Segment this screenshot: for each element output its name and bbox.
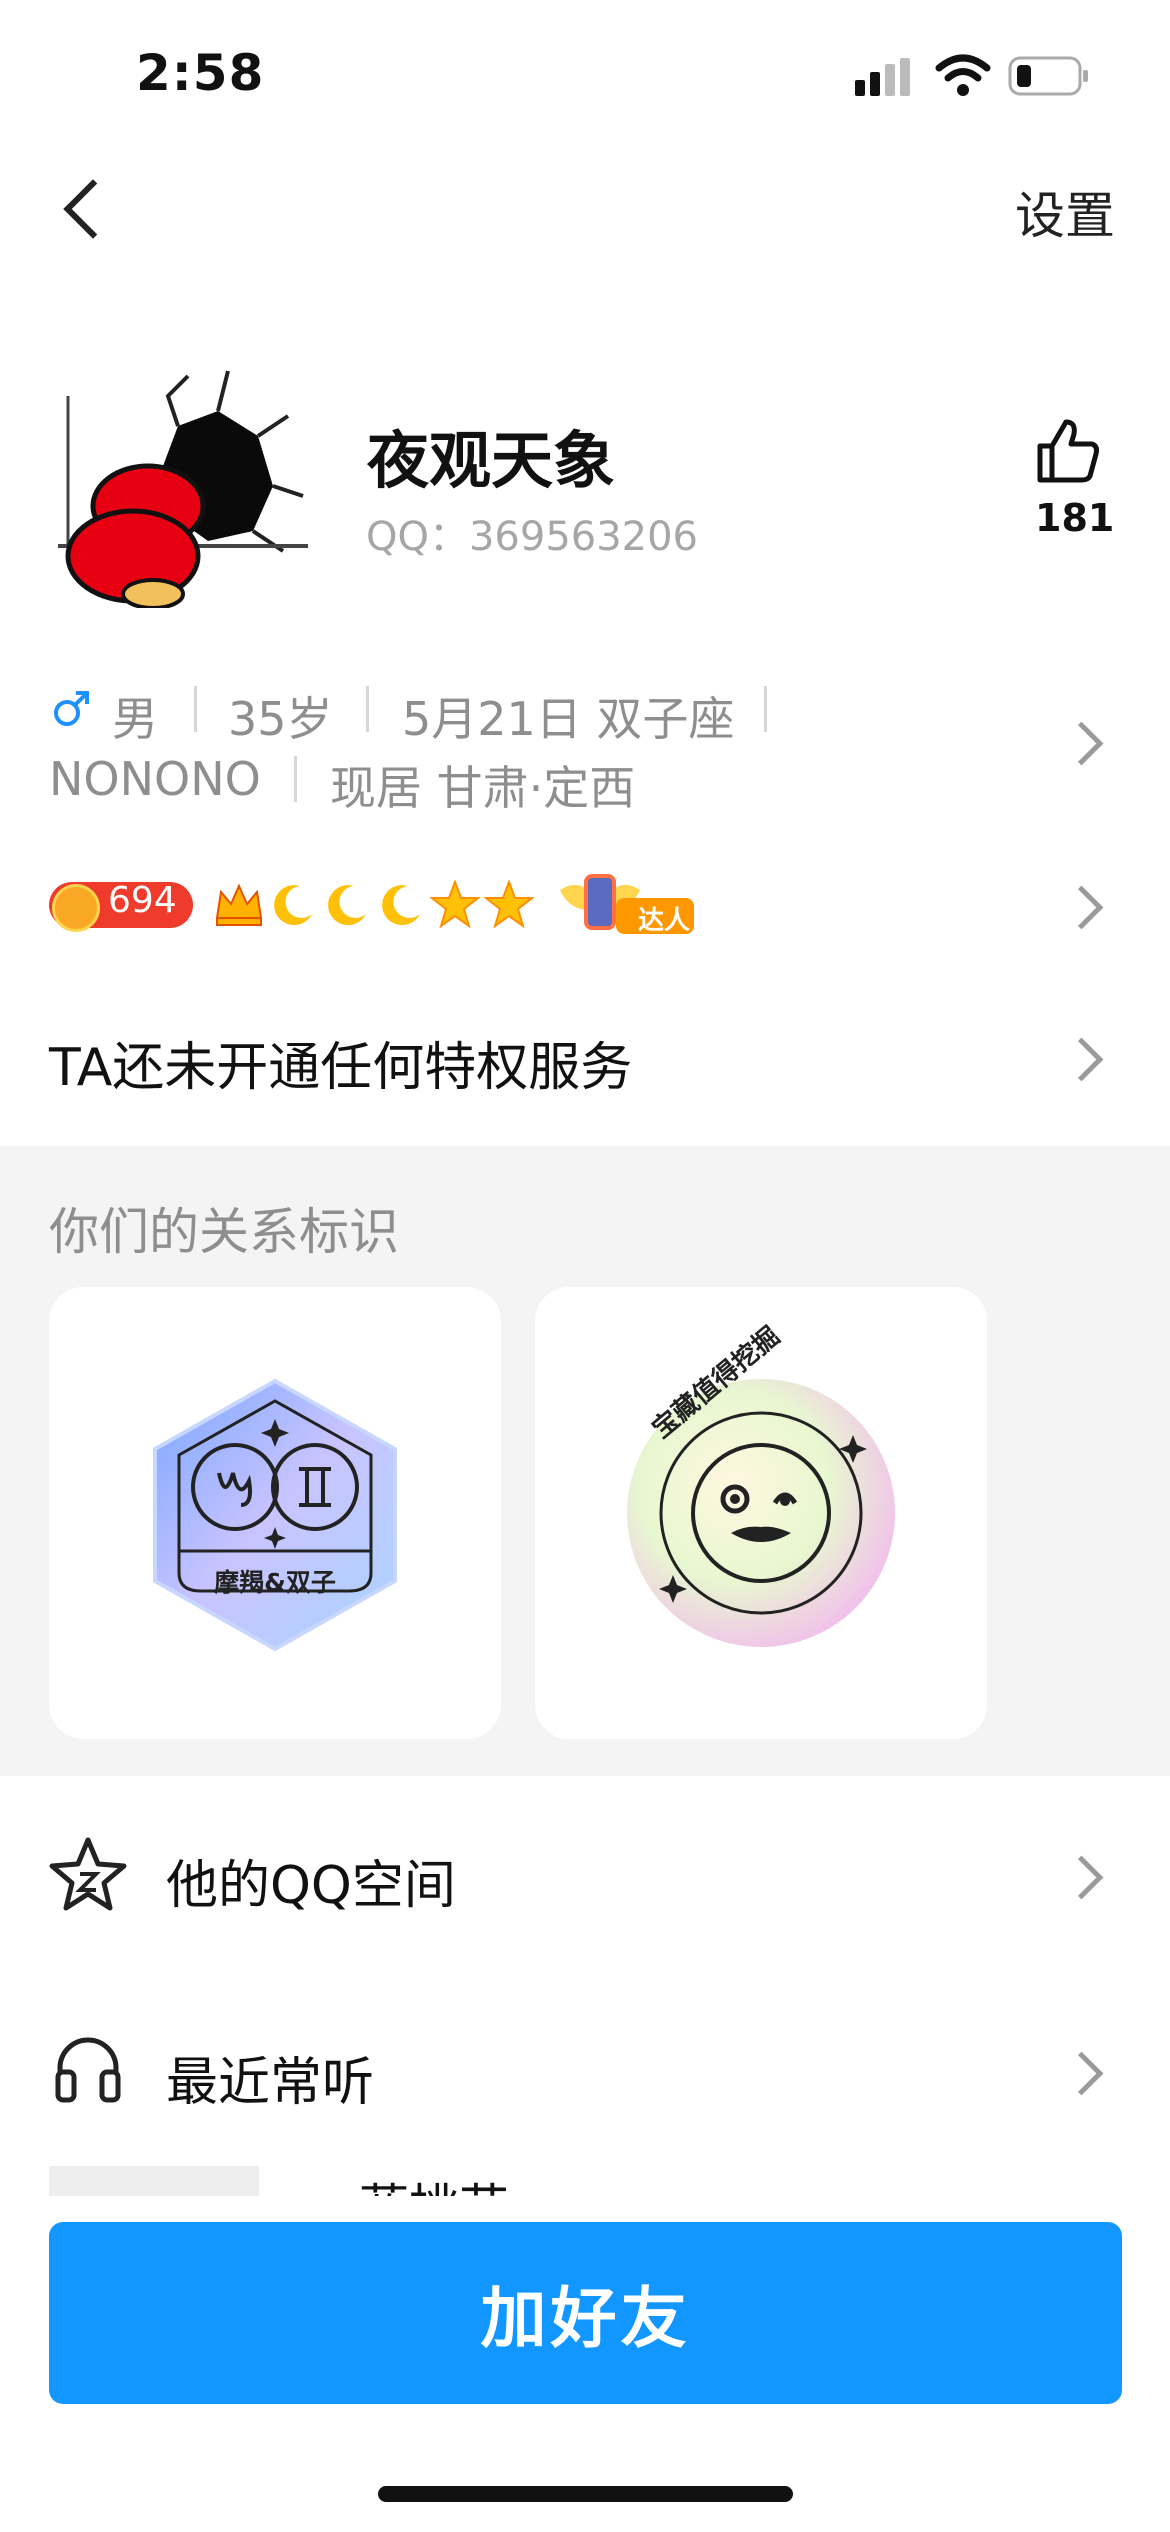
zodiac-label: 摩羯&双子 [214,1568,336,1597]
like-count: 181 [1035,496,1115,540]
crown-icon [213,880,265,932]
company: NONONO [49,752,261,806]
moon-icon [378,880,426,932]
avatar[interactable] [58,356,310,610]
birthday: 5月21日 双子座 [402,692,735,746]
song-item[interactable]: 蓝桃花 [49,2166,1149,2196]
back-button[interactable] [48,168,123,248]
home-indicator [378,2486,793,2502]
separator [294,756,297,802]
relationship-card-treasure[interactable]: 宝藏值得挖掘 [535,1287,987,1739]
thumbs-up-icon [1034,418,1102,488]
qq-number: QQ：369563206 [366,514,699,560]
separator [194,686,197,732]
relationship-card-zodiac[interactable]: 摩羯&双子 [49,1287,501,1739]
location: 现居 甘肃·定西 [330,761,636,815]
song-cover [49,2166,259,2196]
separator [366,686,369,732]
moon-icon [270,880,318,932]
wifi-icon [935,54,991,98]
treasure-badge-icon: 宝藏值得挖掘 [623,1321,899,1651]
male-icon [52,688,92,728]
chevron-left-icon [63,179,123,239]
age: 35岁 [228,692,333,746]
sun-icon [52,884,100,932]
qzone-label: 他的QQ空间 [166,1856,456,1916]
headphones-icon [52,2034,124,2108]
zodiac-badge-icon: 摩羯&双子 [149,1377,401,1653]
privilege-text: TA还未开通任何特权服务 [49,1038,633,1098]
battery-icon [1008,56,1090,96]
star-icon [429,879,481,932]
separator [764,686,767,732]
settings-button[interactable]: 设置 [1015,176,1115,248]
moon-icon [324,880,372,932]
gender: 男 [112,692,158,746]
expert-badge: 达人 [556,872,696,938]
status-time: 2:58 [136,44,265,102]
add-friend-button[interactable]: 加好友 [49,2222,1122,2404]
expert-label: 达人 [638,906,691,936]
qzone-star-icon [48,1836,128,1916]
song-title: 蓝桃花 [359,2168,509,2196]
profile-name: 夜观天象 [367,424,616,497]
cellular-signal-icon [855,58,915,98]
relationship-title: 你们的关系标识 [49,1203,399,1261]
star-icon [483,879,535,932]
recent-music-label: 最近常听 [166,2053,375,2113]
level-number: 694 [108,880,177,921]
like-button[interactable]: 181 [1020,410,1120,550]
